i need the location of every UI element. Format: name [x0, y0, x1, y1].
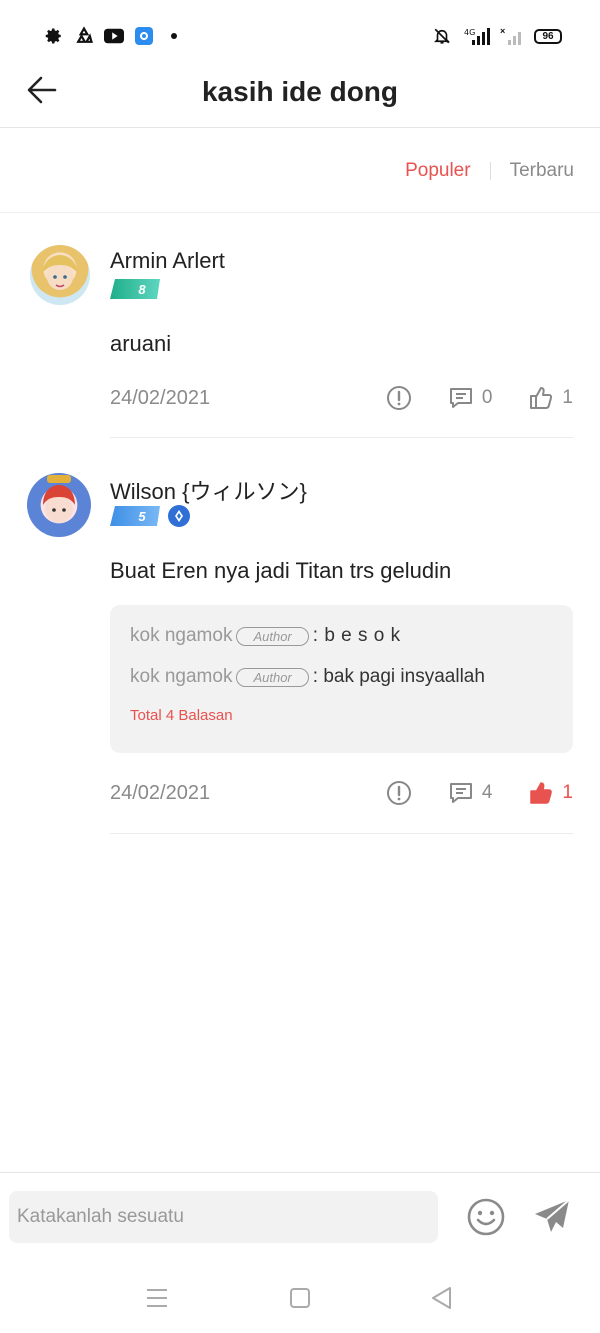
sort-bar: Populer Terbaru [0, 129, 600, 213]
comment-icon [449, 783, 472, 803]
svg-text:4G: 4G [464, 28, 475, 37]
level-badge: 5 [110, 506, 160, 526]
app-header: kasih ide dong [0, 60, 600, 128]
triangle-back-icon [432, 1287, 451, 1309]
report-button[interactable] [386, 385, 412, 411]
like-button[interactable]: 1 [528, 780, 573, 806]
level-badge: 8 [110, 279, 160, 299]
comment-icon [449, 388, 472, 408]
comment-input[interactable] [9, 1191, 438, 1243]
author-badge: Author [236, 626, 309, 646]
reply-text: : bak pagi insyaallah [312, 666, 485, 687]
comment-meta: 24/02/2021 0 1 [110, 385, 573, 411]
reply-button[interactable]: 4 [448, 780, 493, 806]
tab-latest[interactable]: Terbaru [510, 160, 574, 182]
reply-username[interactable]: kok ngamok [130, 666, 232, 688]
like-count: 1 [562, 387, 573, 408]
comment-text: aruani [110, 331, 172, 356]
thumbs-up-filled-icon [530, 782, 553, 804]
reply-item[interactable]: kok ngamok Author : bak pagi insyaallah [130, 666, 485, 688]
comment-text: Buat Eren nya jadi Titan trs geludin [110, 558, 452, 583]
user-badges: 8 [110, 279, 160, 299]
bell-off-icon [432, 26, 452, 46]
signal-4g-icon: 4G [462, 26, 490, 46]
battery-indicator: 96 [534, 28, 562, 44]
recycle-icon [74, 26, 94, 46]
dot-icon [164, 26, 184, 46]
emoji-button[interactable] [466, 1197, 506, 1237]
menu-nav-button[interactable] [143, 1284, 171, 1312]
comment-item: Wilson {ウィルソン} 5 Buat Eren nya jadi Tita… [0, 439, 600, 834]
comment-item: Armin Arlert 8 aruani 24/02/2021 0 1 [0, 213, 600, 439]
comment-input-bar [0, 1172, 600, 1262]
status-right-icons: 4G × 96 [432, 26, 562, 46]
reply-item[interactable]: kok ngamok Author : b e s o k [130, 625, 401, 647]
username[interactable]: Armin Arlert [110, 248, 225, 274]
comment-date: 24/02/2021 [110, 781, 211, 804]
youtube-icon [104, 26, 124, 46]
replies-box[interactable]: kok ngamok Author : b e s o k kok ngamok… [110, 605, 573, 753]
report-icon [386, 386, 411, 410]
reply-username[interactable]: kok ngamok [130, 625, 232, 647]
diamond-badge-icon [168, 505, 190, 527]
comment-actions: 0 1 [386, 385, 573, 411]
signal-icon: × [500, 26, 524, 46]
hamburger-icon [147, 1289, 167, 1307]
reply-text: : b e s o k [312, 625, 401, 646]
status-left-icons [44, 26, 184, 46]
view-all-replies-link[interactable]: Total 4 Balasan [130, 707, 233, 724]
comment-divider [110, 437, 573, 438]
sort-tabs: Populer Terbaru [405, 160, 574, 182]
thumbs-up-icon [530, 387, 553, 409]
system-nav-bar [0, 1262, 600, 1333]
page-title: kasih ide dong [201, 76, 399, 107]
app-icon [134, 26, 154, 46]
reply-count: 0 [481, 387, 493, 408]
like-count: 1 [562, 782, 573, 803]
home-nav-button[interactable] [286, 1284, 314, 1312]
avatar[interactable] [30, 245, 90, 305]
user-badges: 5 [110, 505, 190, 527]
author-badge: Author [236, 667, 309, 687]
avatar[interactable] [27, 473, 91, 537]
comment-divider [110, 833, 573, 834]
comment-date: 24/02/2021 [110, 386, 211, 409]
comment-meta: 24/02/2021 4 1 [110, 780, 573, 806]
gear-icon [44, 26, 64, 46]
smiley-icon [467, 1198, 505, 1236]
report-icon [386, 781, 411, 805]
username[interactable]: Wilson {ウィルソン} [110, 474, 307, 506]
report-button[interactable] [386, 780, 412, 806]
send-button[interactable] [532, 1197, 572, 1237]
reply-button[interactable]: 0 [448, 385, 493, 411]
send-icon [535, 1199, 570, 1232]
svg-text:×: × [500, 26, 505, 36]
tab-divider [489, 162, 491, 180]
tab-popular[interactable]: Populer [405, 160, 471, 182]
like-button[interactable]: 1 [528, 385, 573, 411]
back-nav-button[interactable] [428, 1284, 456, 1312]
square-icon [290, 1288, 310, 1308]
reply-count: 4 [481, 782, 493, 803]
comment-actions: 4 1 [386, 780, 573, 806]
